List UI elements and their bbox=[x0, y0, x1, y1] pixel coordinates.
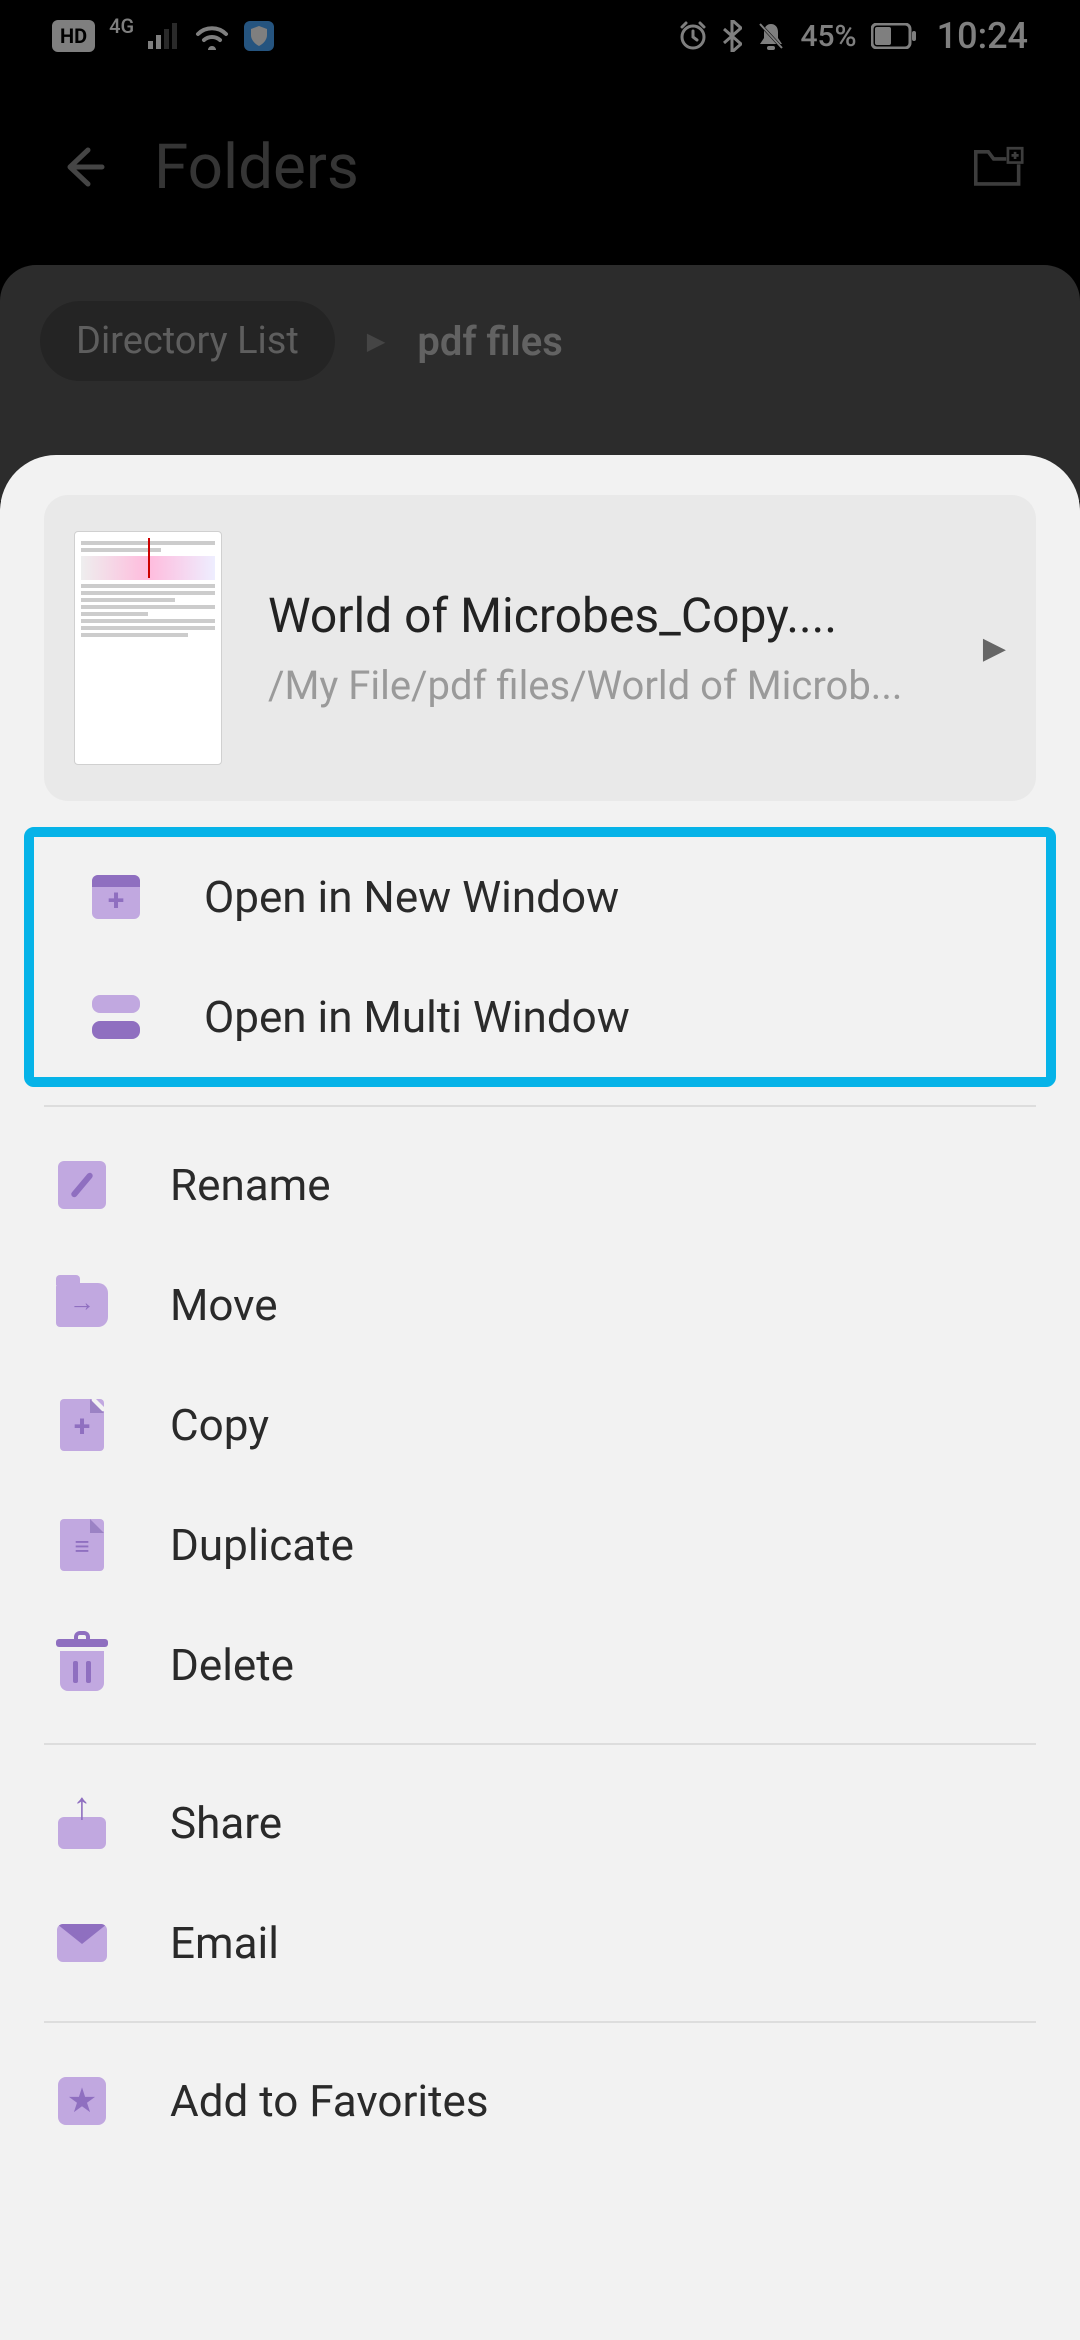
file-name: World of Microbes_Copy.... bbox=[268, 587, 937, 644]
move-icon bbox=[56, 1283, 108, 1327]
multi-window-icon bbox=[92, 995, 140, 1039]
copy-icon bbox=[60, 1399, 104, 1451]
duplicate-label: Duplicate bbox=[170, 1519, 354, 1571]
chevron-right-icon[interactable]: ▶ bbox=[983, 631, 1006, 666]
file-path: /My File/pdf files/World of Microb... bbox=[268, 662, 937, 709]
copy-label: Copy bbox=[170, 1399, 269, 1451]
new-window-icon bbox=[92, 875, 140, 919]
share-item[interactable]: Share bbox=[0, 1763, 1080, 1883]
add-to-favorites-item[interactable]: Add to Favorites bbox=[0, 2041, 1080, 2161]
move-item[interactable]: Move bbox=[0, 1245, 1080, 1365]
rename-label: Rename bbox=[170, 1159, 331, 1211]
email-icon bbox=[57, 1924, 107, 1962]
open-multi-window-label: Open in Multi Window bbox=[204, 991, 630, 1043]
duplicate-item[interactable]: Duplicate bbox=[0, 1485, 1080, 1605]
share-label: Share bbox=[170, 1797, 282, 1849]
rename-icon bbox=[58, 1161, 106, 1209]
favorite-icon bbox=[58, 2077, 106, 2125]
divider bbox=[44, 2021, 1036, 2023]
share-icon bbox=[58, 1797, 106, 1849]
rename-item[interactable]: Rename bbox=[0, 1125, 1080, 1245]
delete-label: Delete bbox=[170, 1639, 294, 1691]
move-label: Move bbox=[170, 1279, 278, 1331]
context-menu-sheet: World of Microbes_Copy.... /My File/pdf … bbox=[0, 455, 1080, 2340]
copy-item[interactable]: Copy bbox=[0, 1365, 1080, 1485]
divider bbox=[44, 1105, 1036, 1107]
file-header-card[interactable]: World of Microbes_Copy.... /My File/pdf … bbox=[44, 495, 1036, 801]
file-thumbnail bbox=[74, 531, 222, 765]
email-label: Email bbox=[170, 1917, 279, 1969]
open-new-window-item[interactable]: Open in New Window bbox=[34, 837, 1046, 957]
divider bbox=[44, 1743, 1036, 1745]
delete-icon bbox=[60, 1639, 104, 1691]
highlighted-options: Open in New Window Open in Multi Window bbox=[24, 827, 1056, 1087]
open-multi-window-item[interactable]: Open in Multi Window bbox=[34, 957, 1046, 1077]
add-to-favorites-label: Add to Favorites bbox=[170, 2075, 489, 2127]
duplicate-icon bbox=[60, 1519, 104, 1571]
open-new-window-label: Open in New Window bbox=[204, 871, 619, 923]
delete-item[interactable]: Delete bbox=[0, 1605, 1080, 1725]
email-item[interactable]: Email bbox=[0, 1883, 1080, 2003]
